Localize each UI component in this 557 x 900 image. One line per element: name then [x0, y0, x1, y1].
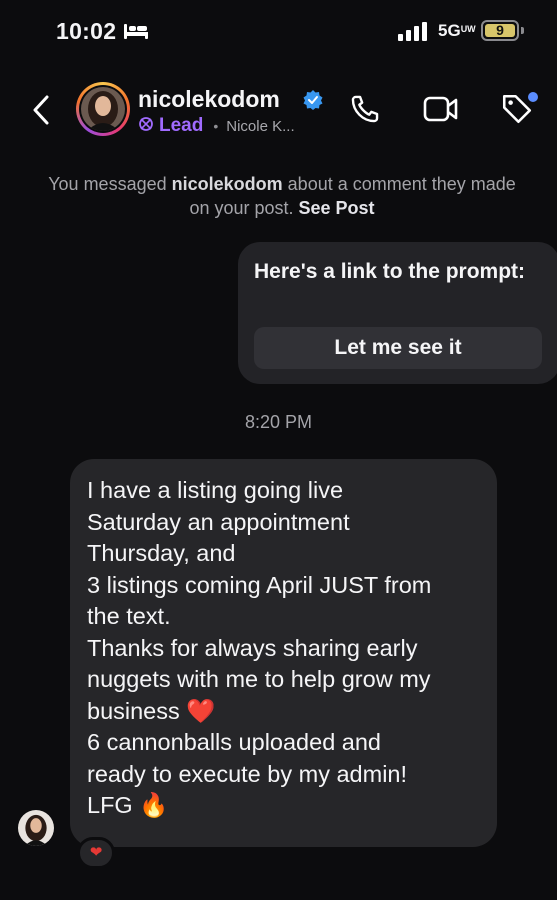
status-time: 10:02 — [56, 18, 117, 44]
network-indicator: 5GUW — [438, 21, 476, 40]
status-bar: 10:02 5GUW 9 — [0, 0, 557, 62]
incoming-message-text: I have a listing going live Saturday an … — [87, 477, 432, 818]
contact-label-row: Lead • Nicole K... — [138, 114, 295, 138]
message-timestamp: 8:20 PM — [244, 412, 313, 432]
chat-username[interactable]: nicolekodom — [138, 86, 280, 113]
separator-dot: • — [213, 118, 219, 134]
battery-nub — [521, 27, 524, 34]
notification-dot — [528, 92, 538, 102]
signal-icon — [398, 22, 428, 46]
let-me-see-it-button[interactable]: Let me see it — [254, 327, 542, 369]
avatar[interactable] — [76, 82, 130, 136]
lead-icon — [138, 116, 154, 137]
battery-level: 9 — [485, 23, 515, 37]
verified-icon — [303, 90, 323, 115]
lead-label[interactable]: Lead — [159, 115, 203, 137]
battery-indicator: 9 — [481, 20, 519, 41]
outgoing-message-text: Here's a link to the prompt: — [254, 260, 526, 283]
see-post-link[interactable]: See Post — [299, 198, 375, 218]
incoming-message[interactable]: I have a listing going live Saturday an … — [70, 459, 497, 847]
call-icon[interactable] — [348, 92, 382, 131]
contact-full-name: Nicole K... — [226, 117, 295, 135]
avatar-photo — [81, 87, 125, 131]
message-context-notice: You messaged nicolekodom about a comment… — [48, 174, 516, 218]
sleep-focus-icon — [123, 22, 149, 45]
chat-header: nicolekodom Lead • Nicole K... — [0, 70, 557, 150]
notice-username: nicolekodom — [171, 174, 283, 194]
sender-avatar[interactable] — [18, 810, 54, 846]
heart-reaction[interactable]: ❤ — [77, 837, 115, 869]
video-call-icon[interactable] — [423, 95, 459, 128]
outgoing-message: Here's a link to the prompt: Let me see … — [238, 242, 557, 384]
back-icon[interactable] — [30, 94, 52, 131]
